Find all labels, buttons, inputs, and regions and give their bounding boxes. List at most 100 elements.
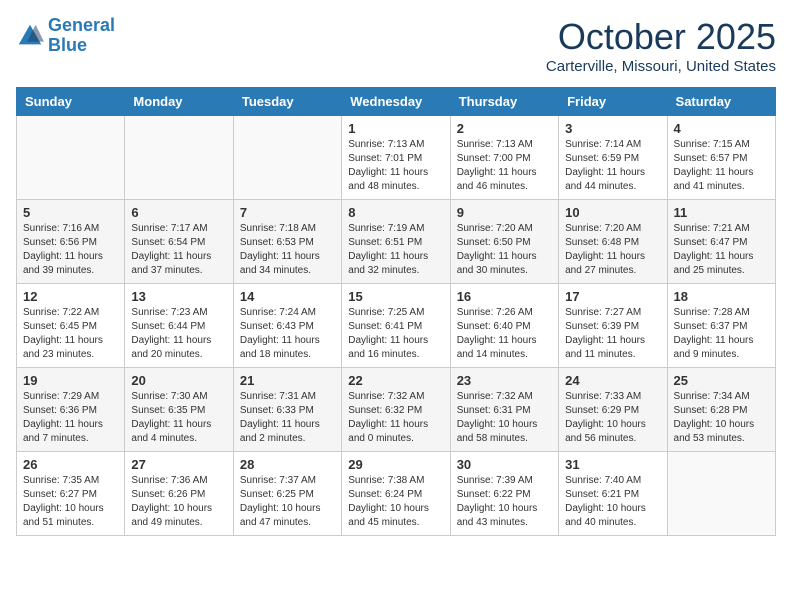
calendar-cell: 7 Sunrise: 7:18 AM Sunset: 6:53 PM Daylig… [233, 200, 341, 284]
day-info: Sunrise: 7:30 AM Sunset: 6:35 PM Dayligh… [131, 390, 226, 446]
day-number: 12 [23, 289, 118, 304]
calendar-cell: 21 Sunrise: 7:31 AM Sunset: 6:33 PM Dayli… [233, 368, 341, 452]
day-number: 29 [348, 457, 443, 472]
location: Carterville, Missouri, United States [546, 58, 776, 75]
day-info: Sunrise: 7:26 AM Sunset: 6:40 PM Dayligh… [457, 306, 552, 362]
calendar-cell: 6 Sunrise: 7:17 AM Sunset: 6:54 PM Daylig… [125, 200, 233, 284]
day-number: 17 [565, 289, 660, 304]
day-info: Sunrise: 7:40 AM Sunset: 6:21 PM Dayligh… [565, 474, 660, 530]
calendar-cell: 14 Sunrise: 7:24 AM Sunset: 6:43 PM Dayli… [233, 284, 341, 368]
day-info: Sunrise: 7:37 AM Sunset: 6:25 PM Dayligh… [240, 474, 335, 530]
calendar-cell: 25Sunrise: 7:34 AM Sunset: 6:28 PM Dayli… [667, 368, 775, 452]
day-number: 24 [565, 373, 660, 388]
day-info: Sunrise: 7:14 AM Sunset: 6:59 PM Dayligh… [565, 138, 660, 194]
calendar-cell [125, 116, 233, 200]
logo-icon [16, 22, 44, 50]
day-number: 26 [23, 457, 118, 472]
day-info: Sunrise: 7:17 AM Sunset: 6:54 PM Dayligh… [131, 222, 226, 278]
calendar-cell: 2Sunrise: 7:13 AM Sunset: 7:00 PM Daylig… [450, 116, 558, 200]
day-info: Sunrise: 7:25 AM Sunset: 6:41 PM Dayligh… [348, 306, 443, 362]
day-info: Sunrise: 7:33 AM Sunset: 6:29 PM Dayligh… [565, 390, 660, 446]
day-number: 23 [457, 373, 552, 388]
day-info: Sunrise: 7:15 AM Sunset: 6:57 PM Dayligh… [674, 138, 769, 194]
day-number: 10 [565, 205, 660, 220]
day-number: 1 [348, 121, 443, 136]
calendar-cell: 22 Sunrise: 7:32 AM Sunset: 6:32 PM Dayli… [342, 368, 450, 452]
weekday-header: Thursday [450, 88, 558, 116]
day-info: Sunrise: 7:28 AM Sunset: 6:37 PM Dayligh… [674, 306, 769, 362]
day-number: 11 [674, 205, 769, 220]
calendar-cell: 29 Sunrise: 7:38 AM Sunset: 6:24 PM Dayli… [342, 452, 450, 536]
calendar-cell: 9 Sunrise: 7:20 AM Sunset: 6:50 PM Daylig… [450, 200, 558, 284]
calendar-cell: 13 Sunrise: 7:23 AM Sunset: 6:44 PM Dayli… [125, 284, 233, 368]
month-title: October 2025 [546, 16, 776, 58]
calendar-cell: 20Sunrise: 7:30 AM Sunset: 6:35 PM Dayli… [125, 368, 233, 452]
day-info: Sunrise: 7:20 AM Sunset: 6:48 PM Dayligh… [565, 222, 660, 278]
day-info: Sunrise: 7:38 AM Sunset: 6:24 PM Dayligh… [348, 474, 443, 530]
day-number: 7 [240, 205, 335, 220]
day-number: 9 [457, 205, 552, 220]
day-number: 28 [240, 457, 335, 472]
day-info: Sunrise: 7:31 AM Sunset: 6:33 PM Dayligh… [240, 390, 335, 446]
calendar-cell: 27Sunrise: 7:36 AM Sunset: 6:26 PM Dayli… [125, 452, 233, 536]
calendar-week-row: 12 Sunrise: 7:22 AM Sunset: 6:45 PM Dayli… [17, 284, 776, 368]
calendar-cell: 4 Sunrise: 7:15 AM Sunset: 6:57 PM Daylig… [667, 116, 775, 200]
calendar-cell [233, 116, 341, 200]
calendar-cell: 30 Sunrise: 7:39 AM Sunset: 6:22 PM Dayli… [450, 452, 558, 536]
day-number: 15 [348, 289, 443, 304]
weekday-header: Monday [125, 88, 233, 116]
day-info: Sunrise: 7:24 AM Sunset: 6:43 PM Dayligh… [240, 306, 335, 362]
day-number: 16 [457, 289, 552, 304]
calendar-cell: 17 Sunrise: 7:27 AM Sunset: 6:39 PM Dayli… [559, 284, 667, 368]
day-info: Sunrise: 7:29 AM Sunset: 6:36 PM Dayligh… [23, 390, 118, 446]
calendar-cell: 11 Sunrise: 7:21 AM Sunset: 6:47 PM Dayli… [667, 200, 775, 284]
day-number: 3 [565, 121, 660, 136]
weekday-header: Saturday [667, 88, 775, 116]
weekday-header: Tuesday [233, 88, 341, 116]
weekday-header: Friday [559, 88, 667, 116]
day-number: 14 [240, 289, 335, 304]
calendar-cell: 1Sunrise: 7:13 AM Sunset: 7:01 PM Daylig… [342, 116, 450, 200]
weekday-header: Wednesday [342, 88, 450, 116]
day-info: Sunrise: 7:18 AM Sunset: 6:53 PM Dayligh… [240, 222, 335, 278]
calendar-week-row: 26 Sunrise: 7:35 AM Sunset: 6:27 PM Dayli… [17, 452, 776, 536]
day-info: Sunrise: 7:35 AM Sunset: 6:27 PM Dayligh… [23, 474, 118, 530]
day-number: 8 [348, 205, 443, 220]
weekday-header: Sunday [17, 88, 125, 116]
day-info: Sunrise: 7:21 AM Sunset: 6:47 PM Dayligh… [674, 222, 769, 278]
calendar-cell: 8 Sunrise: 7:19 AM Sunset: 6:51 PM Daylig… [342, 200, 450, 284]
day-number: 31 [565, 457, 660, 472]
day-info: Sunrise: 7:19 AM Sunset: 6:51 PM Dayligh… [348, 222, 443, 278]
day-info: Sunrise: 7:27 AM Sunset: 6:39 PM Dayligh… [565, 306, 660, 362]
calendar-cell: 24 Sunrise: 7:33 AM Sunset: 6:29 PM Dayli… [559, 368, 667, 452]
calendar-week-row: 5Sunrise: 7:16 AM Sunset: 6:56 PM Daylig… [17, 200, 776, 284]
calendar-week-row: 1Sunrise: 7:13 AM Sunset: 7:01 PM Daylig… [17, 116, 776, 200]
day-number: 25 [674, 373, 769, 388]
day-info: Sunrise: 7:20 AM Sunset: 6:50 PM Dayligh… [457, 222, 552, 278]
day-number: 30 [457, 457, 552, 472]
day-info: Sunrise: 7:22 AM Sunset: 6:45 PM Dayligh… [23, 306, 118, 362]
day-info: Sunrise: 7:32 AM Sunset: 6:32 PM Dayligh… [348, 390, 443, 446]
calendar-week-row: 19 Sunrise: 7:29 AM Sunset: 6:36 PM Dayli… [17, 368, 776, 452]
logo-text: General Blue [48, 16, 115, 56]
calendar-cell: 3 Sunrise: 7:14 AM Sunset: 6:59 PM Daylig… [559, 116, 667, 200]
calendar-cell: 18Sunrise: 7:28 AM Sunset: 6:37 PM Dayli… [667, 284, 775, 368]
day-number: 13 [131, 289, 226, 304]
page-header: General Blue October 2025 Carterville, M… [16, 16, 776, 75]
day-info: Sunrise: 7:23 AM Sunset: 6:44 PM Dayligh… [131, 306, 226, 362]
day-number: 22 [348, 373, 443, 388]
calendar-cell: 31 Sunrise: 7:40 AM Sunset: 6:21 PM Dayli… [559, 452, 667, 536]
day-info: Sunrise: 7:39 AM Sunset: 6:22 PM Dayligh… [457, 474, 552, 530]
calendar-cell: 28 Sunrise: 7:37 AM Sunset: 6:25 PM Dayli… [233, 452, 341, 536]
title-block: October 2025 Carterville, Missouri, Unit… [546, 16, 776, 75]
calendar-cell: 15 Sunrise: 7:25 AM Sunset: 6:41 PM Dayli… [342, 284, 450, 368]
day-number: 4 [674, 121, 769, 136]
day-number: 6 [131, 205, 226, 220]
day-number: 19 [23, 373, 118, 388]
day-number: 21 [240, 373, 335, 388]
day-number: 27 [131, 457, 226, 472]
day-number: 2 [457, 121, 552, 136]
calendar-cell: 5Sunrise: 7:16 AM Sunset: 6:56 PM Daylig… [17, 200, 125, 284]
calendar-cell [667, 452, 775, 536]
calendar-cell: 12 Sunrise: 7:22 AM Sunset: 6:45 PM Dayli… [17, 284, 125, 368]
